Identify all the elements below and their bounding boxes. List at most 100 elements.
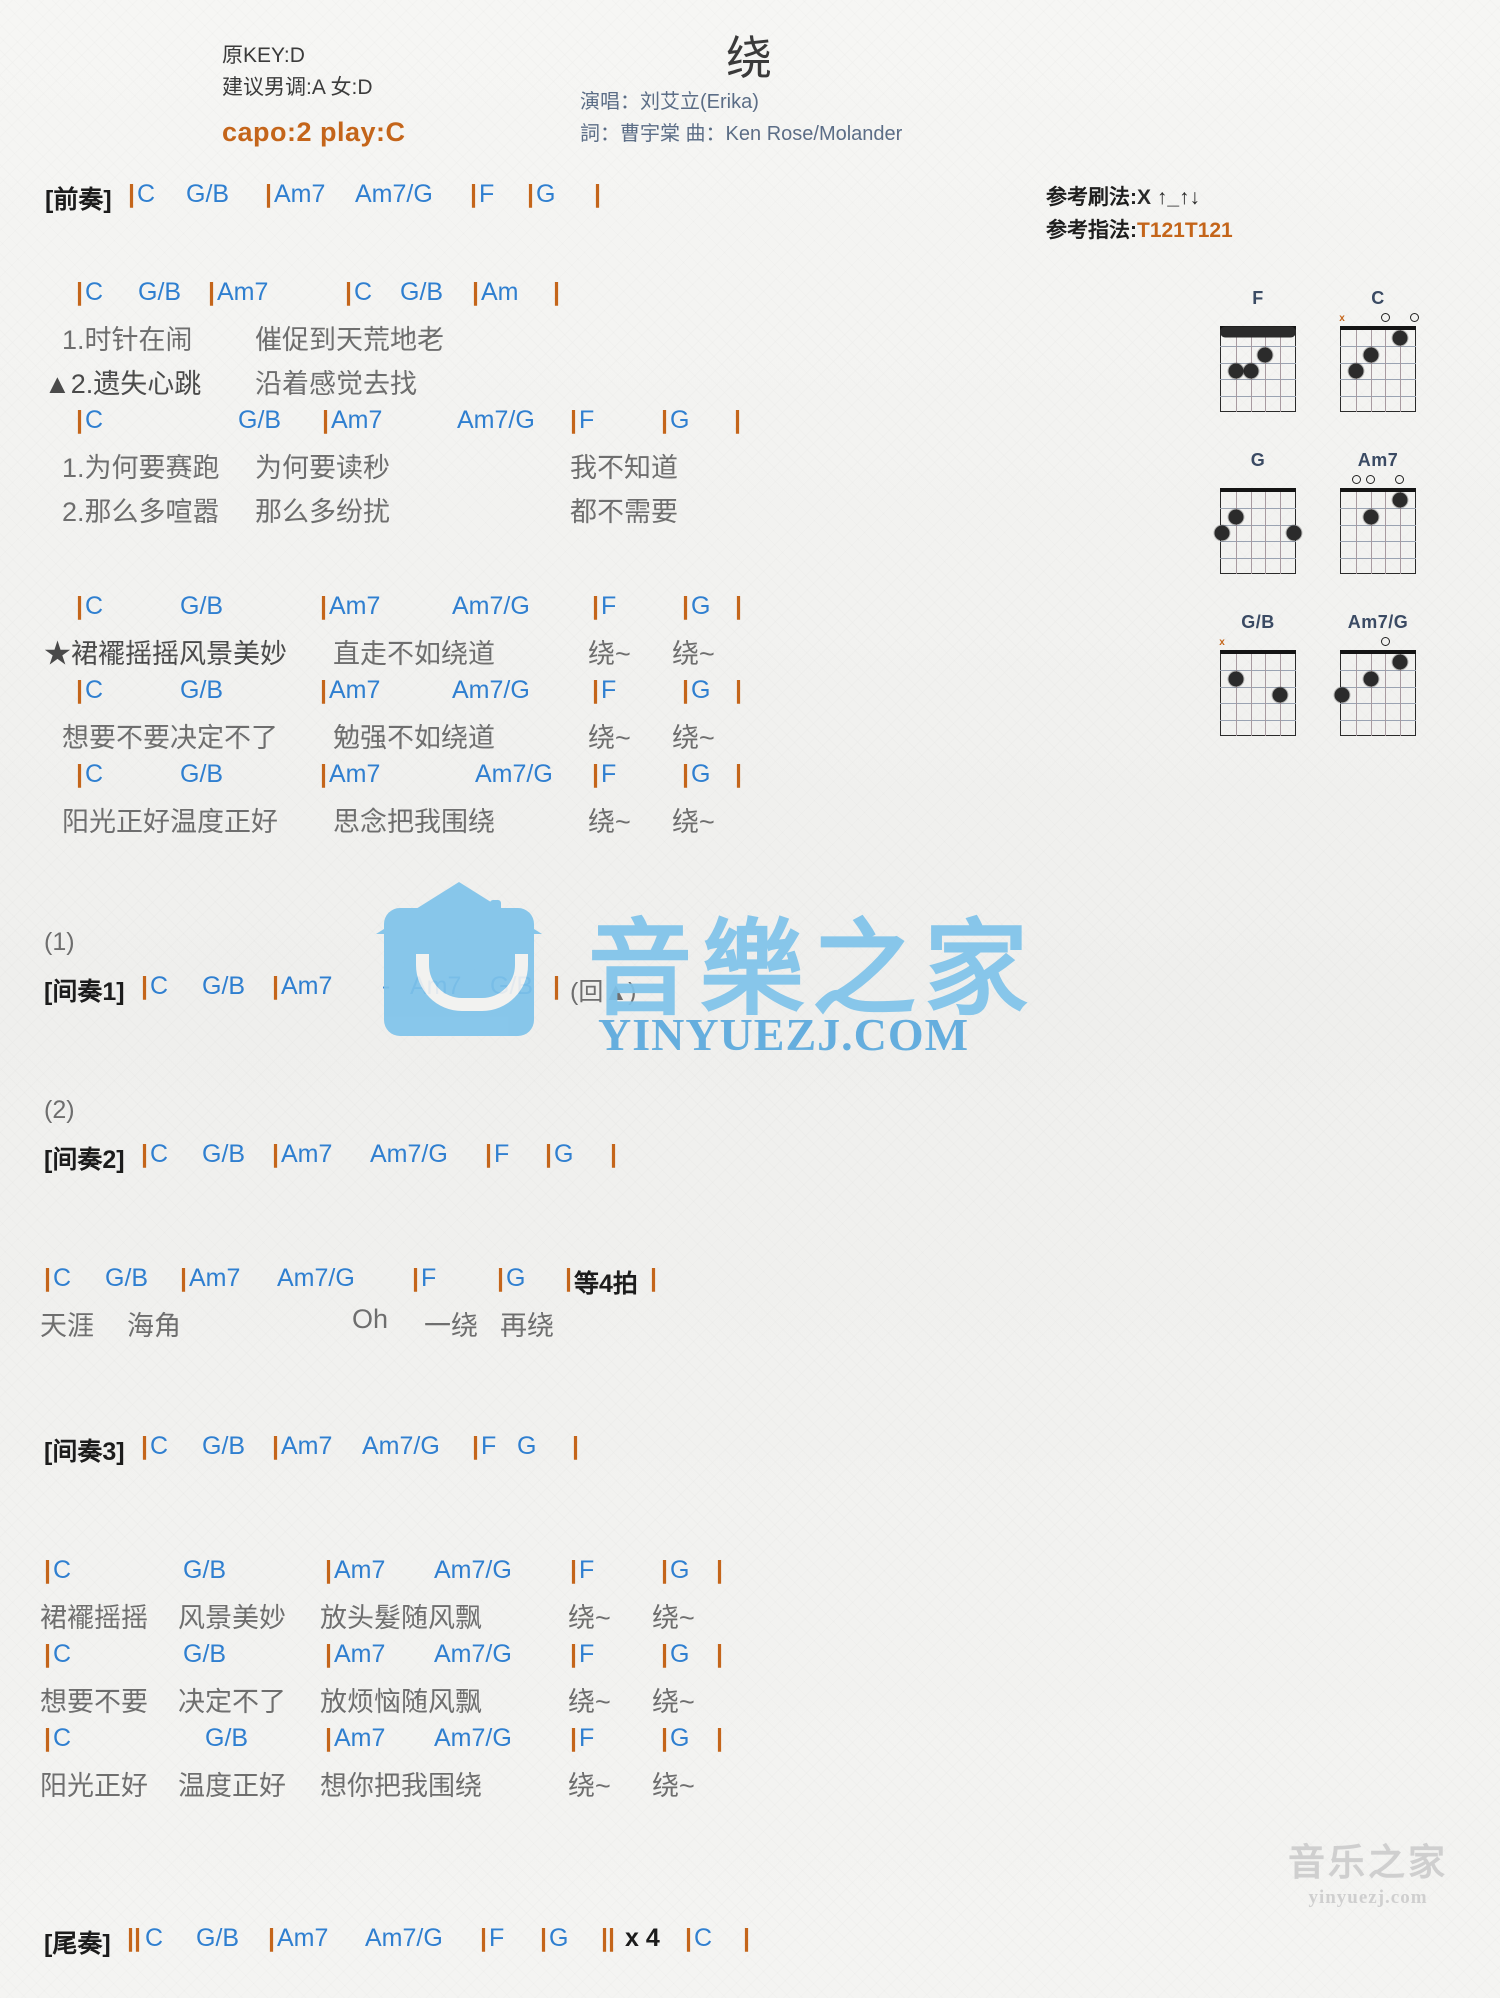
section-bridge: | C G/B | Am7 Am7/G | F | G | 等4拍 | 天涯 海角 Oh 一绕 再绕 — [0, 1264, 1180, 1432]
bar-separator: | — [76, 760, 83, 788]
chord-symbol: G/B — [238, 406, 282, 434]
bar-separator: | — [470, 180, 477, 208]
chord-symbol: F — [601, 592, 617, 620]
lyric-line: 想要不要 决定不了 放烦恼随风飘 绕~ 绕~ — [0, 1680, 1180, 1724]
bar-separator: | — [141, 1432, 148, 1460]
fretboard — [1334, 650, 1416, 736]
chord-diagram-am7-g: Am7/G — [1332, 612, 1424, 736]
repeat-note: (1) — [44, 928, 75, 956]
fret-line — [1220, 395, 1296, 397]
chord-symbol: Am7 — [329, 760, 381, 788]
chord-line: | C G/B | Am7 Am7/G | F | G | — [0, 592, 1180, 632]
chord-symbol: Am7 — [331, 406, 383, 434]
chord-symbol: Am7/G — [434, 1556, 512, 1584]
lyric-line: 想要不要决定不了 勉强不如绕道 绕~ 绕~ — [0, 716, 1180, 760]
chord-symbol: Am7 — [334, 1640, 386, 1668]
chord-symbol: C — [85, 676, 104, 704]
watermark-corner-cn: 音乐之家 — [1288, 1841, 1448, 1884]
finger-dot — [1286, 525, 1302, 541]
bar-separator: | — [141, 1140, 148, 1168]
bar-separator: || — [127, 1924, 141, 1952]
bar-separator: | — [472, 1432, 479, 1460]
fretboard — [1340, 488, 1416, 574]
chord-line: | C G/B | Am7 Am7/G | F | G | — [0, 1724, 1180, 1764]
bar-separator: | — [76, 278, 83, 306]
lyric-text: 1.为何要赛跑 — [62, 453, 220, 483]
chord-symbol: Am7 — [334, 1556, 386, 1584]
chord-symbol: Am7 — [329, 592, 381, 620]
bar-separator: | — [610, 1140, 617, 1168]
fret-line — [1220, 670, 1296, 672]
lyric-text: 催促到天荒地老 — [255, 325, 444, 355]
chord-symbol: C — [53, 1556, 72, 1584]
lyric-text: 勉强不如绕道 — [333, 723, 495, 753]
chord-symbol: F — [601, 760, 617, 788]
chord-symbol: Am7/G — [434, 1724, 512, 1752]
string-line — [1279, 330, 1281, 412]
finger-dot — [1228, 671, 1244, 687]
chord-symbol: C — [85, 592, 104, 620]
string-line — [1385, 492, 1387, 574]
chord-symbol: G — [536, 180, 556, 208]
chord-symbol: Am7 — [274, 180, 326, 208]
string-line — [1385, 330, 1387, 412]
chord-symbol: Am7 — [281, 1432, 333, 1460]
open-string-marker — [1409, 313, 1419, 322]
lyric-text: ▲2.遗失心跳 — [44, 369, 202, 399]
chord-symbol: F — [494, 1140, 510, 1168]
bar-separator: | — [272, 972, 279, 1000]
bar-separator: | — [268, 1924, 275, 1952]
section-interlude3: [间奏3] | C G/B | Am7 Am7/G | F G | — [0, 1432, 1180, 1556]
bar-separator: | — [320, 676, 327, 704]
section-chorus1: | C G/B | Am7 Am7/G | F | G | ★裙襬摇摇风景美妙 直走不如绕道 绕~ 绕~ | C… — [0, 592, 1180, 928]
chord-symbol: C — [53, 1264, 72, 1292]
lyric-line: 阳光正好温度正好 思念把我围绕 绕~ 绕~ — [0, 800, 1180, 844]
chord-symbol: Am7/G — [434, 1640, 512, 1668]
chord-open-mute-markers — [1332, 636, 1424, 650]
chord-line: [间奏3] | C G/B | Am7 Am7/G | F G | — [0, 1432, 1180, 1472]
fret-line — [1340, 524, 1416, 526]
chord-name-label: Am7/G — [1347, 612, 1409, 632]
chord-open-mute-markers — [1212, 312, 1304, 326]
chord-symbol: G — [691, 760, 711, 788]
vertical-spacer — [0, 1238, 1180, 1264]
bar-separator: | — [716, 1556, 723, 1584]
finger-dot — [1392, 330, 1408, 346]
bar-separator: | — [345, 278, 352, 306]
lyric-text: 温度正好 — [178, 1771, 286, 1801]
chord-symbol: Am7/G — [355, 180, 433, 208]
bar-separator: | — [743, 1924, 750, 1952]
vertical-spacer — [0, 1472, 1180, 1530]
fret-line — [1340, 719, 1416, 721]
chord-name-label: Am7 — [1357, 450, 1399, 470]
chord-symbol: Am7 — [329, 676, 381, 704]
bar-separator: | — [76, 406, 83, 434]
chord-diagram-row: G/B x Am7/G — [1212, 612, 1462, 736]
lyric-text: 我不知道 — [570, 453, 678, 483]
lyric-text: 绕~ — [672, 807, 715, 837]
bar-separator: | — [661, 1640, 668, 1668]
chord-symbol: G/B — [180, 676, 224, 704]
lyric-text: 都不需要 — [570, 497, 678, 527]
bar-separator: | — [545, 1140, 552, 1168]
chord-symbol: G — [517, 1432, 537, 1460]
fret-line — [1220, 508, 1296, 510]
bar-separator: | — [44, 1264, 51, 1292]
chord-symbol: G — [554, 1140, 574, 1168]
bar-separator: | — [128, 180, 135, 208]
chord-name-label: G — [1250, 450, 1266, 470]
string-line — [1265, 492, 1267, 574]
chord-symbol: Am7/G — [475, 760, 553, 788]
chord-symbol: F — [481, 1432, 497, 1460]
chord-symbol: G/B — [400, 278, 444, 306]
bar-separator: | — [592, 676, 599, 704]
chord-symbol: C — [354, 278, 373, 306]
bar-separator: | — [661, 406, 668, 434]
lyric-text: 想你把我围绕 — [320, 1771, 482, 1801]
fret-line — [1220, 703, 1296, 705]
chord-line: | C G/B | Am7 | C G/B | Am | — [0, 278, 1180, 318]
bar-separator: | — [322, 406, 329, 434]
lyric-line: 1.为何要赛跑 为何要读秒 我不知道 — [0, 446, 1180, 490]
chord-symbol: F — [579, 406, 595, 434]
vertical-spacer — [0, 1808, 1180, 1866]
